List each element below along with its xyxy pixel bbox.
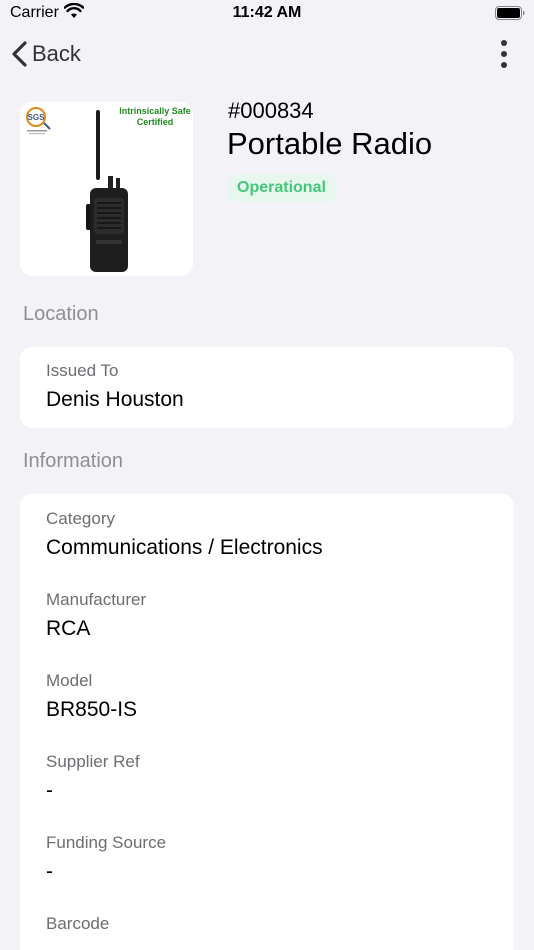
back-button[interactable]: Back <box>10 38 81 70</box>
clock: 11:42 AM <box>232 4 302 21</box>
field-label: Model <box>46 671 93 690</box>
field-value: - <box>46 860 53 883</box>
information-card: Category Communications / Electronics Ma… <box>20 494 514 950</box>
field-value: Communications / Electronics <box>46 536 323 559</box>
field-label: Funding Source <box>46 833 167 852</box>
field-value: Denis Houston <box>46 388 184 411</box>
asset-detail-screen: Carrier 11:42 AM Back SGS Intrinsically … <box>0 0 534 950</box>
field-label: Barcode <box>46 914 110 933</box>
field-label: Category <box>46 509 115 528</box>
field-category[interactable]: Category Communications / Electronics <box>46 509 323 560</box>
product-image: SGS Intrinsically Safe Certified <box>20 102 193 276</box>
back-label: Back <box>32 41 81 66</box>
asset-name: Portable Radio <box>227 126 433 161</box>
field-label: Supplier Ref <box>46 752 140 771</box>
field-value: - <box>46 779 53 802</box>
field-issued-to[interactable]: Issued To Denis Houston <box>46 361 184 412</box>
field-funding-source[interactable]: Funding Source - <box>46 833 166 884</box>
chevron-left-icon <box>12 41 27 67</box>
status-badge: Operational <box>228 174 335 202</box>
more-options-icon[interactable] <box>492 38 516 70</box>
field-barcode[interactable]: Barcode <box>46 914 109 941</box>
section-header-location: Location <box>23 303 99 325</box>
radio-illustration <box>86 110 128 272</box>
location-card: Issued To Denis Houston <box>20 347 514 428</box>
field-value: RCA <box>46 617 91 640</box>
asset-id: #000834 <box>228 98 314 123</box>
section-header-information: Information <box>23 450 124 472</box>
field-model[interactable]: Model BR850-IS <box>46 671 137 722</box>
battery-icon <box>495 6 525 20</box>
field-supplier-ref[interactable]: Supplier Ref - <box>46 752 140 803</box>
sgs-logo: SGS <box>26 107 51 135</box>
field-label: Issued To <box>46 361 119 380</box>
field-value: BR850-IS <box>46 698 138 721</box>
status-bar: Carrier 11:42 AM <box>0 0 534 30</box>
navigation-bar: Back <box>0 30 534 78</box>
svg-text:SGS: SGS <box>28 113 46 122</box>
field-manufacturer[interactable]: Manufacturer RCA <box>46 590 146 641</box>
field-label: Manufacturer <box>46 590 147 609</box>
